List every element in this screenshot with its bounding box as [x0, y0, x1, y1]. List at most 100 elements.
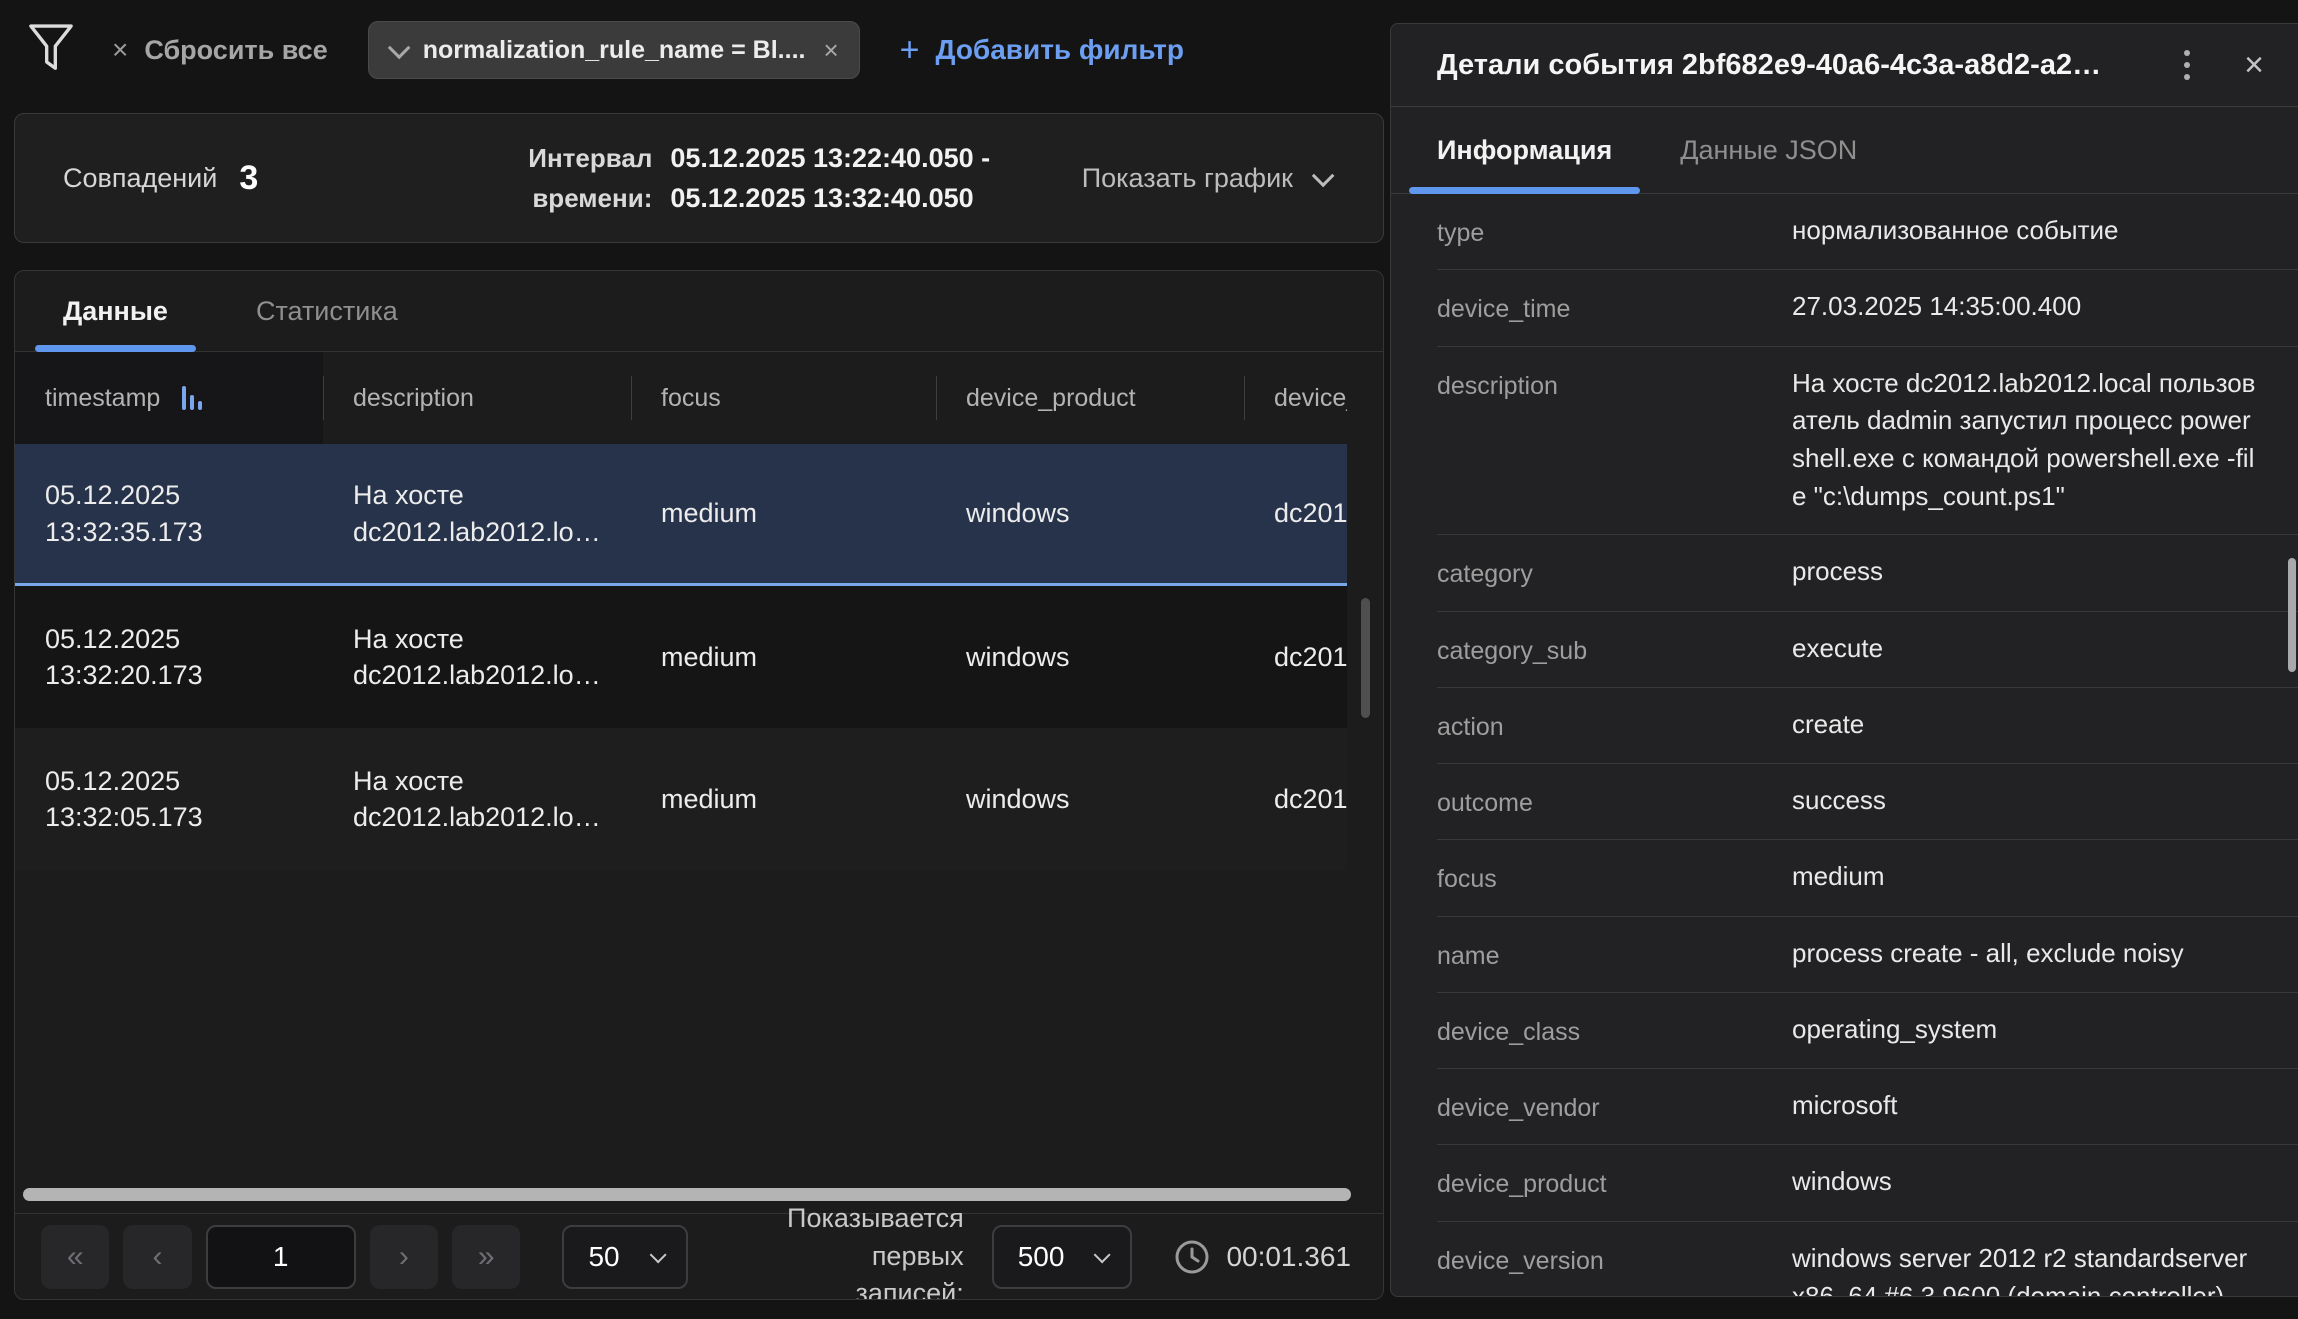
- show-chart-button[interactable]: Показать график: [1082, 163, 1329, 194]
- field-key: type: [1437, 212, 1642, 251]
- interval-label: Интервал времени:: [528, 138, 652, 219]
- field-key: device_class: [1437, 1011, 1642, 1050]
- filter-chip[interactable]: normalization_rule_name = Bl.... ×: [368, 21, 860, 79]
- detail-field-row: category process: [1437, 535, 2298, 611]
- table-row[interactable]: 05.12.2025 13:32:35.173 На хосте dc2012.…: [15, 444, 1347, 586]
- clear-all-filters-button[interactable]: × Сбросить все: [112, 34, 328, 66]
- add-filter-button[interactable]: + Добавить фильтр: [900, 33, 1184, 67]
- records-shown-label: Показывается первых записей:: [702, 1200, 964, 1300]
- table-row[interactable]: 05.12.2025 13:32:05.173 На хосте dc2012.…: [15, 728, 1347, 870]
- tab-statistics[interactable]: Статистика: [256, 296, 398, 327]
- detail-field-row: device_time 27.03.2025 14:35:00.400: [1437, 270, 2298, 346]
- first-page-button[interactable]: «: [41, 1225, 109, 1289]
- show-chart-label: Показать график: [1082, 163, 1293, 194]
- time-interval: Интервал времени: 05.12.2025 13:22:40.05…: [528, 138, 990, 219]
- field-key: outcome: [1437, 782, 1642, 821]
- clock-icon: [1174, 1239, 1210, 1275]
- page-size-value: 50: [588, 1241, 619, 1273]
- prev-page-button[interactable]: ‹: [123, 1225, 191, 1289]
- cell-device-product: windows: [936, 728, 1244, 870]
- tab-data[interactable]: Данные: [63, 296, 168, 327]
- plus-icon: +: [900, 33, 920, 67]
- detail-field-row: description На хосте dc2012.lab2012.loca…: [1437, 347, 2298, 536]
- field-key: name: [1437, 935, 1642, 974]
- pagination-bar: « ‹ › » 50 Показывается первых записей: …: [15, 1213, 1383, 1299]
- summary-panel: Совпадений 3 Интервал времени: 05.12.202…: [14, 113, 1384, 243]
- details-scrollbar[interactable]: [2288, 558, 2296, 672]
- column-header-device-product[interactable]: device_product: [936, 352, 1244, 444]
- records-limit-value: 500: [1018, 1241, 1065, 1273]
- field-key: action: [1437, 706, 1642, 745]
- chevron-down-icon: [649, 1246, 666, 1263]
- field-value: 27.03.2025 14:35:00.400: [1792, 288, 2262, 326]
- column-header-description[interactable]: description: [323, 352, 631, 444]
- detail-field-row: focus medium: [1437, 840, 2298, 916]
- cell-device-product: windows: [936, 444, 1244, 583]
- query-timer: 00:01.361: [1174, 1239, 1351, 1275]
- cell-device-h: dc2012: [1244, 586, 1347, 728]
- field-key: category_sub: [1437, 630, 1642, 669]
- field-key: device_time: [1437, 288, 1642, 327]
- field-value: medium: [1792, 858, 2262, 896]
- records-limit-select[interactable]: 500: [992, 1225, 1133, 1289]
- detail-field-row: device_version windows server 2012 r2 st…: [1437, 1222, 2298, 1297]
- cell-timestamp: 05.12.2025 13:32:20.173: [15, 586, 323, 728]
- results-panel: Данные Статистика timestamp description …: [14, 270, 1384, 1300]
- cell-timestamp: 05.12.2025 13:32:35.173: [15, 444, 323, 583]
- details-header: Детали события 2bf682e9-40a6-4c3a-a8d2-a…: [1391, 24, 2298, 107]
- column-header-timestamp[interactable]: timestamp: [15, 352, 323, 444]
- field-value: create: [1792, 706, 2262, 744]
- last-page-button[interactable]: »: [452, 1225, 520, 1289]
- matches-label: Совпадений: [63, 163, 217, 194]
- results-tabs: Данные Статистика: [15, 271, 1383, 352]
- table-horizontal-scrollbar[interactable]: [23, 1188, 1351, 1201]
- cell-description: На хосте dc2012.lab2012.lo…: [323, 728, 631, 870]
- event-details-panel: Детали события 2bf682e9-40a6-4c3a-a8d2-a…: [1390, 23, 2298, 1297]
- field-value: success: [1792, 782, 2262, 820]
- close-icon[interactable]: ×: [2244, 48, 2264, 82]
- cell-device-h: dc2012: [1244, 728, 1347, 870]
- clear-all-icon: ×: [112, 34, 128, 66]
- page-size-select[interactable]: 50: [562, 1225, 687, 1289]
- field-value: windows: [1792, 1163, 2262, 1201]
- detail-field-row: device_product windows: [1437, 1145, 2298, 1221]
- chevron-down-icon: [388, 37, 411, 60]
- clear-all-label: Сбросить все: [144, 35, 327, 66]
- page-number-input[interactable]: [206, 1225, 356, 1289]
- tab-information[interactable]: Информация: [1437, 135, 1612, 166]
- detail-field-row: type нормализованное событие: [1437, 194, 2298, 270]
- field-value: operating_system: [1792, 1011, 2262, 1049]
- interval-value: 05.12.2025 13:22:40.050 - 05.12.2025 13:…: [670, 138, 990, 219]
- table-header: timestamp description focus device_produ…: [15, 352, 1347, 444]
- field-key: device_vendor: [1437, 1087, 1642, 1126]
- field-key: category: [1437, 553, 1642, 592]
- field-value: На хосте dc2012.lab2012.local пользовате…: [1792, 365, 2262, 517]
- tab-json-data[interactable]: Данные JSON: [1680, 135, 1857, 166]
- column-header-device-h[interactable]: device_h: [1244, 352, 1347, 444]
- matches-counter: Совпадений 3: [63, 159, 258, 198]
- siem-events-screen: { "icons": { "funnel": "funnel-icon", "c…: [0, 0, 2298, 1319]
- field-value: windows server 2012 r2 standardserver x8…: [1792, 1240, 2262, 1297]
- details-tabs: Информация Данные JSON: [1391, 107, 2298, 194]
- table-row[interactable]: 05.12.2025 13:32:20.173 На хосте dc2012.…: [15, 586, 1347, 728]
- add-filter-label: Добавить фильтр: [936, 34, 1184, 66]
- cell-device-h: dc2012: [1244, 444, 1347, 583]
- detail-field-row: outcome success: [1437, 764, 2298, 840]
- field-key: focus: [1437, 858, 1642, 897]
- column-header-focus[interactable]: focus: [631, 352, 936, 444]
- next-page-button[interactable]: ›: [370, 1225, 438, 1289]
- details-title: Детали события 2bf682e9-40a6-4c3a-a8d2-a…: [1437, 49, 2178, 82]
- field-key: description: [1437, 365, 1642, 404]
- detail-field-row: category_sub execute: [1437, 612, 2298, 688]
- chevron-down-icon: [1094, 1246, 1111, 1263]
- kebab-menu-icon[interactable]: [2178, 44, 2196, 86]
- field-value: microsoft: [1792, 1087, 2262, 1125]
- table-vertical-scrollbar[interactable]: [1361, 598, 1370, 718]
- remove-filter-icon[interactable]: ×: [823, 35, 838, 66]
- field-value: process create - all, exclude noisy: [1792, 935, 2262, 973]
- cell-focus: medium: [631, 444, 936, 583]
- field-value: execute: [1792, 630, 2262, 668]
- cell-description: На хосте dc2012.lab2012.lo…: [323, 586, 631, 728]
- filter-chip-label: normalization_rule_name = Bl....: [423, 36, 806, 65]
- detail-field-row: action create: [1437, 688, 2298, 764]
